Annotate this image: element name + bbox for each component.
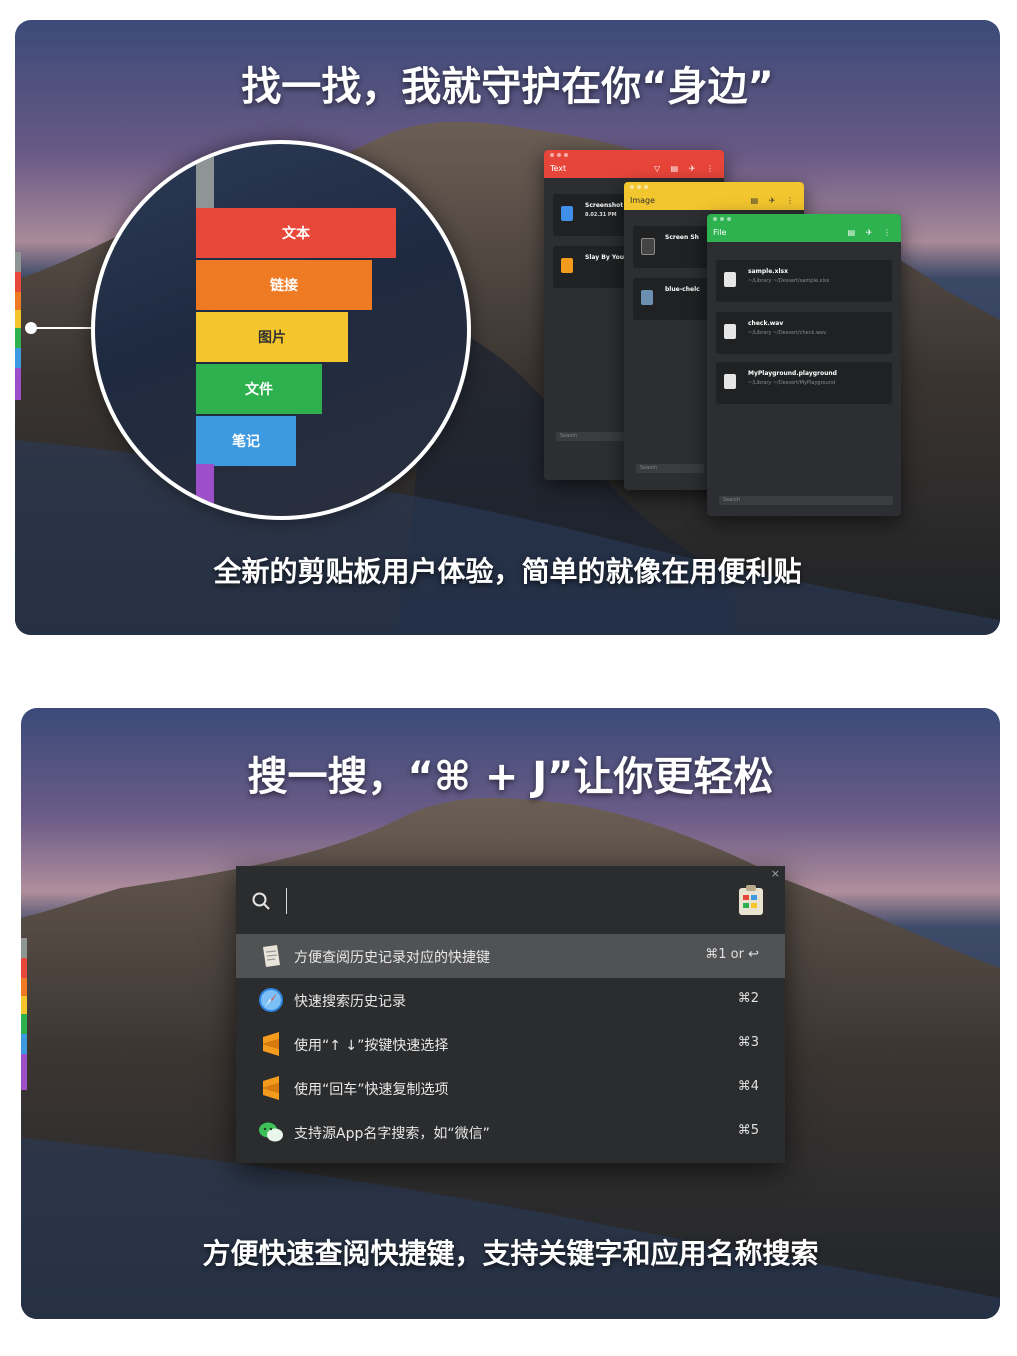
image-thumbnail-icon bbox=[641, 290, 653, 305]
result-label: 快速搜索历史记录 bbox=[294, 994, 406, 1010]
result-row[interactable]: 使用“回车”快速复制选项 ⌘4 bbox=[236, 1066, 785, 1110]
shortcut-text: ⌘1 or bbox=[705, 947, 744, 962]
quick-search-launcher: × 方便查阅历史记录对应的快捷键 ⌘1 or ↩ 快速搜索历史记录 ⌘2 使用“… bbox=[236, 866, 785, 1163]
xlsx-file-icon bbox=[724, 272, 736, 287]
shortcut-hint: ⌘1 or ↩ bbox=[705, 947, 759, 962]
category-tab-text[interactable]: 文本 bbox=[196, 208, 396, 258]
playground-file-icon bbox=[724, 374, 736, 389]
clip-item[interactable]: sample.xlsx ~/Library ~/Dessert/sample.x… bbox=[716, 260, 892, 302]
shortcut-hint: ⌘3 bbox=[737, 1035, 759, 1050]
feature-panel-search: 搜一搜，“⌘ + J”让你更轻松 × 方便查阅历史记录对应的快捷键 ⌘1 or … bbox=[21, 708, 1000, 1319]
search-icon bbox=[252, 892, 270, 910]
clip-item-name: MyPlayground.playground bbox=[748, 370, 837, 377]
window-title: Text bbox=[550, 163, 567, 173]
return-icon: ↩ bbox=[748, 947, 759, 962]
window-toolbar-icons[interactable]: ▽ ▤ ✈ ⋮ bbox=[654, 164, 718, 173]
tab-label: 文件 bbox=[245, 382, 273, 398]
window-title: File bbox=[713, 227, 727, 237]
panel1-headline: 找一找，我就守护在你“身边” bbox=[241, 64, 774, 110]
sublime-text-icon bbox=[263, 1032, 279, 1056]
sublime-text-icon bbox=[561, 258, 573, 273]
window-search-field[interactable]: Search bbox=[556, 432, 624, 441]
clip-item[interactable]: blue-chelc bbox=[633, 278, 708, 320]
screenshot-icon bbox=[561, 206, 573, 221]
clip-item-name: sample.xlsx bbox=[748, 268, 788, 275]
window-titlebar[interactable]: Image ▤ ✈ ⋮ bbox=[624, 182, 804, 210]
clipboard-app-icon bbox=[263, 945, 280, 967]
shortcut-hint: ⌘4 bbox=[737, 1079, 759, 1094]
search-input-cursor[interactable] bbox=[286, 888, 287, 914]
clipboard-window-file[interactable]: File ▤ ✈ ⋮ sample.xlsx ~/Library ~/Desse… bbox=[707, 214, 901, 516]
clip-item-name: Screenshot bbox=[585, 202, 624, 209]
zoom-anchor-dot bbox=[25, 322, 37, 334]
window-toolbar-icons[interactable]: ▤ ✈ ⋮ bbox=[848, 228, 895, 237]
image-thumbnail-icon bbox=[641, 238, 655, 255]
clip-item[interactable]: Screen Sh bbox=[633, 226, 708, 268]
panel2-headline: 搜一搜，“⌘ + J”让你更轻松 bbox=[247, 754, 774, 800]
result-row[interactable]: 支持源App名字搜索，如“微信” ⌘5 bbox=[236, 1110, 785, 1154]
clip-item-meta: ~/Library ~/Dessert/check.wav bbox=[748, 330, 827, 336]
category-zoom-circle: 文本 链接 图片 文件 笔记 bbox=[91, 140, 471, 520]
search-bar[interactable] bbox=[236, 866, 785, 934]
feature-panel-find: 找一找，我就守护在你“身边” 文本 链接 图片 文件 笔记 Text ▽ ▤ ✈… bbox=[15, 20, 1000, 635]
tab-label: 链接 bbox=[270, 278, 298, 294]
clip-item-meta: ~/Library ~/Dessert/sample.xlsx bbox=[748, 278, 830, 284]
wechat-icon bbox=[259, 1122, 283, 1142]
sublime-text-icon bbox=[263, 1076, 279, 1100]
window-controls[interactable] bbox=[550, 153, 568, 157]
wav-file-icon bbox=[724, 324, 736, 339]
clip-item[interactable]: Slay By You bbox=[553, 246, 628, 288]
result-label: 支持源App名字搜索，如“微信” bbox=[294, 1126, 490, 1142]
clip-item-meta: ~/Library ~/Dessert/MyPlayground bbox=[748, 380, 836, 386]
window-titlebar[interactable]: File ▤ ✈ ⋮ bbox=[707, 214, 901, 242]
tab-label: 图片 bbox=[258, 330, 286, 346]
shortcut-hint: ⌘2 bbox=[737, 991, 759, 1006]
category-tab-link[interactable]: 链接 bbox=[196, 260, 372, 310]
window-controls[interactable] bbox=[713, 217, 731, 221]
window-toolbar-icons[interactable]: ▤ ✈ ⋮ bbox=[751, 196, 798, 205]
category-tab-note[interactable]: 笔记 bbox=[196, 416, 296, 466]
clip-item[interactable]: Screenshot 8.02.31 PM bbox=[553, 194, 628, 236]
result-row[interactable]: 方便查阅历史记录对应的快捷键 ⌘1 or ↩ bbox=[236, 934, 785, 978]
window-titlebar[interactable]: Text ▽ ▤ ✈ ⋮ bbox=[544, 150, 724, 178]
result-label: 使用“↑ ↓”按键快速选择 bbox=[294, 1038, 449, 1054]
clip-item[interactable]: check.wav ~/Library ~/Dessert/check.wav bbox=[716, 312, 892, 354]
panel2-subline: 方便快速查阅快捷键，支持关键字和应用名称搜索 bbox=[202, 1237, 819, 1270]
clip-item-name: Slay By You bbox=[585, 254, 625, 261]
clip-item[interactable]: MyPlayground.playground ~/Library ~/Dess… bbox=[716, 362, 892, 404]
tab-label: 笔记 bbox=[232, 434, 260, 450]
window-title: Image bbox=[630, 195, 656, 205]
zoom-connector-line bbox=[30, 327, 94, 329]
tab-label: 文本 bbox=[282, 226, 310, 242]
window-controls[interactable] bbox=[630, 185, 648, 189]
result-row[interactable]: 使用“↑ ↓”按键快速选择 ⌘3 bbox=[236, 1022, 785, 1066]
window-search-field[interactable]: Search bbox=[636, 464, 704, 473]
clip-item-name: blue-chelc bbox=[665, 286, 700, 293]
window-search-field[interactable]: Search bbox=[719, 496, 893, 505]
clip-item-meta: 8.02.31 PM bbox=[585, 212, 617, 218]
clipboard-app-icon bbox=[739, 885, 763, 915]
panel1-subline: 全新的剪贴板用户体验，简单的就像在用便利贴 bbox=[213, 555, 802, 588]
category-tab-image[interactable]: 图片 bbox=[196, 312, 348, 362]
result-row[interactable]: 快速搜索历史记录 ⌘2 bbox=[236, 978, 785, 1022]
clip-item-name: check.wav bbox=[748, 320, 784, 327]
category-tab-gray bbox=[196, 144, 214, 208]
result-label: 使用“回车”快速复制选项 bbox=[294, 1082, 449, 1098]
result-label: 方便查阅历史记录对应的快捷键 bbox=[294, 950, 490, 966]
shortcut-hint: ⌘5 bbox=[737, 1123, 759, 1138]
category-tab-purple bbox=[196, 464, 214, 516]
safari-icon bbox=[259, 988, 283, 1012]
clip-item-name: Screen Sh bbox=[665, 234, 699, 241]
category-tab-file[interactable]: 文件 bbox=[196, 364, 322, 414]
